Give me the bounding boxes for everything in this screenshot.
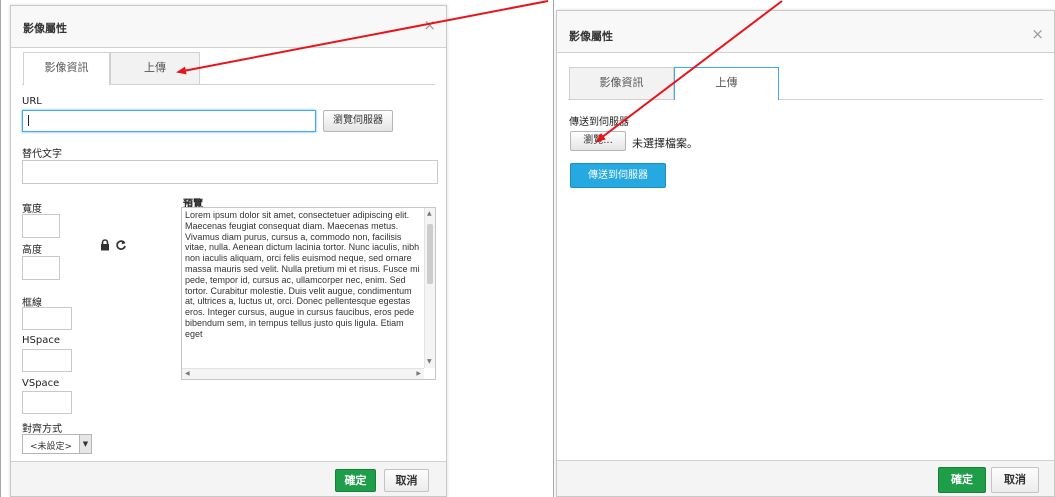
url-label: URL xyxy=(22,96,42,107)
scroll-up-icon[interactable]: ▲ xyxy=(427,211,432,217)
dialog-body: 影像資訊 上傳 URL 瀏覽伺服器 替代文字 寬度 高度 框線 HSpace V… xyxy=(11,48,446,461)
preview-text: Lorem ipsum dolor sit amet, consectetuer… xyxy=(185,210,420,339)
vspace-label: VSpace xyxy=(22,378,60,389)
dialog-titlebar[interactable]: 影像屬性 × xyxy=(557,11,1054,53)
image-properties-dialog-info: 影像屬性 × 影像資訊 上傳 URL 瀏覽伺服器 替代文字 寬度 高度 框線 H… xyxy=(10,5,447,497)
alt-text-label: 替代文字 xyxy=(22,149,62,160)
upload-to-server-button[interactable]: 傳送到伺服器 xyxy=(570,163,666,188)
dialog-footer: 確定 取消 xyxy=(557,460,1054,496)
height-label: 高度 xyxy=(22,245,42,256)
scroll-left-icon[interactable]: ◀ xyxy=(185,371,190,377)
tab-image-info[interactable]: 影像資訊 xyxy=(569,67,674,99)
close-icon[interactable]: × xyxy=(1031,27,1044,42)
dialog-body: 影像資訊 上傳 傳送到伺服器 瀏覽... 未選擇檔案。 傳送到伺服器 xyxy=(557,57,1054,461)
align-select[interactable]: <未設定> ▼ xyxy=(22,434,92,454)
tab-upload[interactable]: 上傳 xyxy=(110,52,200,84)
dialog-footer: 確定 取消 xyxy=(11,461,446,496)
lock-icon[interactable] xyxy=(100,239,110,251)
window-edge-left xyxy=(0,0,1,497)
preview-vertical-scrollbar[interactable]: ▲ ▼ xyxy=(424,208,435,368)
vspace-input[interactable] xyxy=(22,391,72,414)
tab-upload-label: 上傳 xyxy=(715,76,738,89)
chevron-down-icon: ▼ xyxy=(79,435,91,453)
scroll-right-icon[interactable]: ▶ xyxy=(416,371,421,377)
send-to-server-label: 傳送到伺服器 xyxy=(569,117,629,128)
tab-image-info[interactable]: 影像資訊 xyxy=(23,52,110,85)
reset-icon[interactable] xyxy=(115,239,127,251)
align-label: 對齊方式 xyxy=(22,424,62,435)
preview-box: Lorem ipsum dolor sit amet, consectetuer… xyxy=(181,207,436,380)
tab-image-info-label: 影像資訊 xyxy=(44,61,89,74)
width-label: 寬度 xyxy=(22,204,42,215)
cancel-button[interactable]: 取消 xyxy=(384,469,429,492)
border-input[interactable] xyxy=(22,307,72,330)
ok-button[interactable]: 確定 xyxy=(335,469,376,492)
url-input[interactable] xyxy=(22,110,316,132)
image-properties-dialog-upload: 影像屬性 × 影像資訊 上傳 傳送到伺服器 瀏覽... 未選擇檔案。 傳送到伺服… xyxy=(556,10,1055,497)
dialog-title: 影像屬性 xyxy=(569,30,613,43)
text-caret xyxy=(28,115,29,126)
ok-button[interactable]: 確定 xyxy=(938,467,986,493)
window-edge-right xyxy=(553,0,554,497)
scroll-thumb[interactable] xyxy=(427,224,433,284)
close-icon[interactable]: × xyxy=(423,18,436,33)
dialog-titlebar[interactable]: 影像屬性 × xyxy=(11,6,446,48)
tab-upload-label: 上傳 xyxy=(144,61,166,74)
file-status-text: 未選擇檔案。 xyxy=(632,137,698,150)
tab-divider xyxy=(568,99,1043,100)
browse-server-button[interactable]: 瀏覽伺服器 xyxy=(323,110,393,132)
preview-horizontal-scrollbar[interactable]: ◀ ▶ xyxy=(182,368,424,379)
width-input[interactable] xyxy=(22,214,60,238)
hspace-label: HSpace xyxy=(22,335,60,346)
hspace-input[interactable] xyxy=(22,349,72,372)
align-selected-value: <未設定> xyxy=(30,442,73,452)
tab-image-info-label: 影像資訊 xyxy=(599,76,644,89)
cancel-button[interactable]: 取消 xyxy=(991,467,1039,493)
file-browse-button[interactable]: 瀏覽... xyxy=(570,131,626,151)
scroll-down-icon[interactable]: ▼ xyxy=(427,359,432,365)
tab-upload[interactable]: 上傳 xyxy=(674,67,779,100)
dialog-title: 影像屬性 xyxy=(23,22,67,35)
alt-text-input[interactable] xyxy=(22,160,438,184)
height-input[interactable] xyxy=(22,256,60,280)
